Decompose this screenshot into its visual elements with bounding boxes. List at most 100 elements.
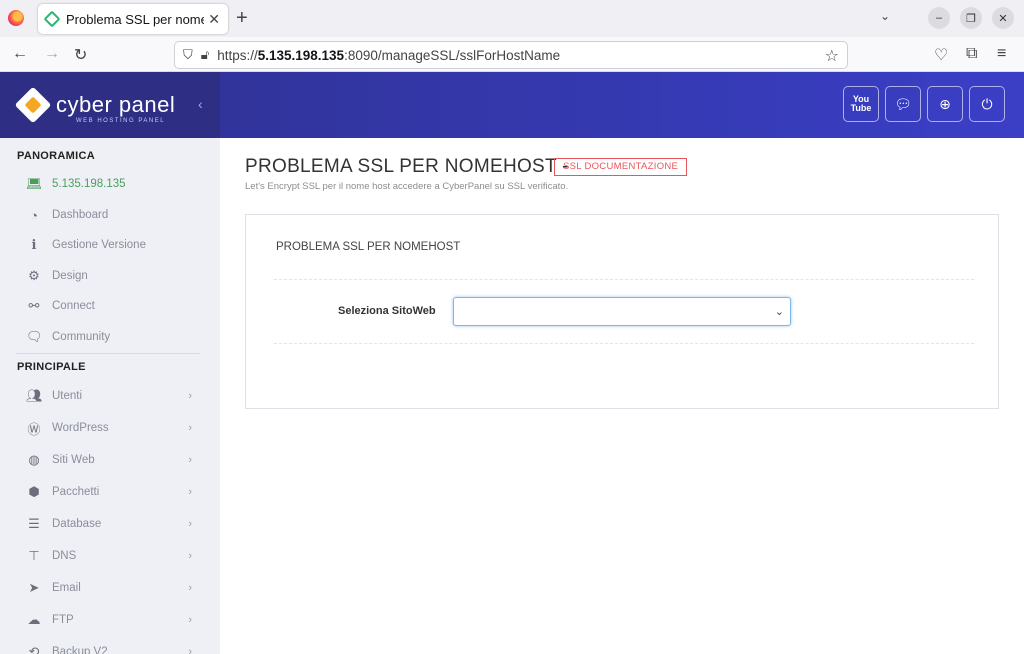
cyberpanel-favicon-icon [43, 10, 61, 28]
page-title: PROBLEMA SSL PER NOMEHOST - [245, 156, 569, 177]
sidebar-item-label: Community [52, 331, 111, 343]
dashboard-icon: ◔ [30, 207, 38, 223]
users-icon: 👥︎ [26, 388, 43, 403]
sidebar-item-label: Connect [52, 300, 95, 312]
sidebar-item-backup-v2[interactable]: ⟲ Backup V2 › [0, 637, 220, 654]
tab-list-chevron-icon[interactable]: ⌄ [880, 9, 890, 23]
browser-tab[interactable]: Problema SSL per nomeh ✕ [38, 4, 228, 34]
main-content: PROBLEMA SSL PER NOMEHOST - SSL DOCUMENT… [220, 138, 1024, 654]
chevron-right-icon: › [188, 614, 192, 626]
browser-tabbar: Problema SSL per nomeh ✕ + ⌄ – ❐ ✕ [0, 0, 1024, 37]
back-icon[interactable]: ← [12, 45, 28, 63]
new-tab-icon[interactable]: + [236, 7, 248, 30]
chevron-right-icon: › [188, 582, 192, 594]
chat-icon[interactable]: 💬︎ [885, 86, 921, 122]
sitemap-icon: ⊤ [28, 548, 40, 563]
page-subtitle: Let's Encrypt SSL per il nome host acced… [245, 181, 569, 192]
chevron-right-icon: › [188, 518, 192, 530]
extensions-icon[interactable]: ⧉ [966, 45, 977, 63]
logo-area: cyber panel WEB HOSTING PANEL ‹ [0, 72, 220, 138]
sidebar-item-label: Gestione Versione [52, 239, 146, 251]
website-select[interactable]: ⌄ [453, 297, 791, 326]
ssl-documentation-link[interactable]: SSL DOCUMENTAZIONE [554, 158, 688, 176]
cloud-upload-icon: ☁ [27, 612, 41, 627]
ssl-hostname-card: PROBLEMA SSL PER NOMEHOST Seleziona Sito… [245, 214, 999, 409]
sidebar-item-label: FTP [52, 614, 74, 626]
url-bar[interactable]: ⛉ 🔓︎ https://5.135.198.135:8090/manageSS… [174, 41, 848, 69]
paper-plane-icon: ➤ [28, 580, 40, 595]
shield-icon[interactable]: ⛉ [183, 47, 193, 63]
sidebar-item-wordpress[interactable]: Ⓦ WordPress › [0, 413, 220, 443]
sidebar-item-server-ip[interactable]: 💻︎ 5.135.198.135 [0, 169, 220, 199]
support-icon[interactable]: ⊕ [927, 86, 963, 122]
sidebar-item-label: WordPress [52, 422, 109, 434]
sidebar-item-community[interactable]: 🗨︎ Community [0, 322, 220, 352]
database-icon: ☰ [28, 516, 40, 531]
sidebar-item-label: DNS [52, 550, 77, 562]
chevron-right-icon: › [188, 422, 192, 434]
sidebar-section-panoramica: PANORAMICA [17, 150, 95, 162]
minimize-icon[interactable]: – [928, 7, 950, 29]
reload-icon[interactable]: ↻ [74, 45, 87, 65]
app-header: cyber panel WEB HOSTING PANEL ‹ You Tube … [0, 72, 1024, 138]
cubes-icon: ⬢ [28, 484, 40, 499]
sidebar-item-label: Dashboard [52, 209, 109, 221]
sidebar-item-label: Email [52, 582, 81, 594]
info-icon: i [31, 237, 37, 253]
sidebar-item-label: Database [52, 518, 102, 530]
cyberpanel-logo-icon[interactable] [14, 86, 52, 124]
globe-icon: ◍ [28, 452, 40, 467]
sidebar-item-label: Backup V2 [52, 646, 108, 654]
sidebar-item-utenti[interactable]: 👥︎ Utenti › [0, 381, 220, 411]
comments-icon: 🗨︎ [26, 329, 43, 344]
window-controls: – ❐ ✕ [928, 7, 1014, 29]
card-title: PROBLEMA SSL PER NOMEHOST [276, 241, 461, 253]
sidebar-item-pacchetti[interactable]: ⬢ Pacchetti › [0, 477, 220, 507]
chevron-right-icon: › [188, 390, 192, 402]
bookmark-star-icon[interactable]: ☆ [825, 46, 839, 66]
chevron-right-icon: › [188, 550, 192, 562]
chevron-right-icon: › [188, 646, 192, 654]
wordpress-icon: Ⓦ [27, 421, 41, 437]
sidebar-item-ftp[interactable]: ☁ FTP › [0, 605, 220, 635]
sidebar-item-label: Utenti [52, 390, 83, 402]
sidebar-collapse-icon[interactable]: ‹ [198, 96, 203, 112]
sidebar-item-dns[interactable]: ⊤ DNS › [0, 541, 220, 571]
logo-text[interactable]: cyber panel [56, 92, 175, 118]
firefox-icon[interactable] [8, 10, 24, 26]
laptop-icon: 💻︎ [26, 176, 43, 191]
sidebar-item-design[interactable]: ⚙ Design [0, 261, 220, 291]
sidebar-item-database[interactable]: ☰ Database › [0, 509, 220, 539]
sidebar-item-siti-web[interactable]: ◍ Siti Web › [0, 445, 220, 475]
gear-icon: ⚙ [28, 268, 40, 283]
sidebar-item-dashboard[interactable]: ◔ Dashboard [0, 200, 220, 230]
menu-icon[interactable]: ≡ [997, 45, 1006, 63]
sidebar-item-email[interactable]: ➤ Email › [0, 573, 220, 603]
sidebar-item-label: Design [52, 270, 88, 282]
sidebar-item-gestione-versione[interactable]: i Gestione Versione [0, 230, 220, 260]
chevron-right-icon: › [188, 454, 192, 466]
lock-icon[interactable]: 🔓︎ [201, 47, 209, 63]
chevron-right-icon: › [188, 486, 192, 498]
browser-navbar: ← → ↻ ⛉ 🔓︎ https://5.135.198.135:8090/ma… [0, 37, 1024, 72]
power-icon[interactable]: ⏻ [969, 86, 1005, 122]
close-tab-icon[interactable]: ✕ [208, 11, 220, 28]
youtube-icon[interactable]: You Tube [843, 86, 879, 122]
sidebar-item-label: Pacchetti [52, 486, 100, 498]
sidebar-item-label: 5.135.198.135 [52, 178, 126, 190]
url-text[interactable]: https://5.135.198.135:8090/manageSSL/ssl… [217, 48, 560, 63]
sidebar-item-label: Siti Web [52, 454, 95, 466]
link-icon: ⚯ [28, 298, 40, 313]
close-window-icon[interactable]: ✕ [992, 7, 1014, 29]
sidebar-item-connect[interactable]: ⚯ Connect [0, 291, 220, 321]
logo-subtitle: WEB HOSTING PANEL [76, 118, 166, 124]
forward-icon[interactable]: → [44, 45, 60, 63]
sidebar-divider [16, 353, 200, 354]
tab-title: Problema SSL per nomeh [66, 11, 205, 27]
website-select-label: Seleziona SitoWeb [338, 305, 436, 317]
sidebar-section-principale: PRINCIPALE [17, 361, 86, 373]
pocket-icon[interactable]: ♡ [934, 45, 948, 65]
divider [274, 343, 974, 344]
restore-icon[interactable]: ❐ [960, 7, 982, 29]
divider [274, 279, 974, 280]
